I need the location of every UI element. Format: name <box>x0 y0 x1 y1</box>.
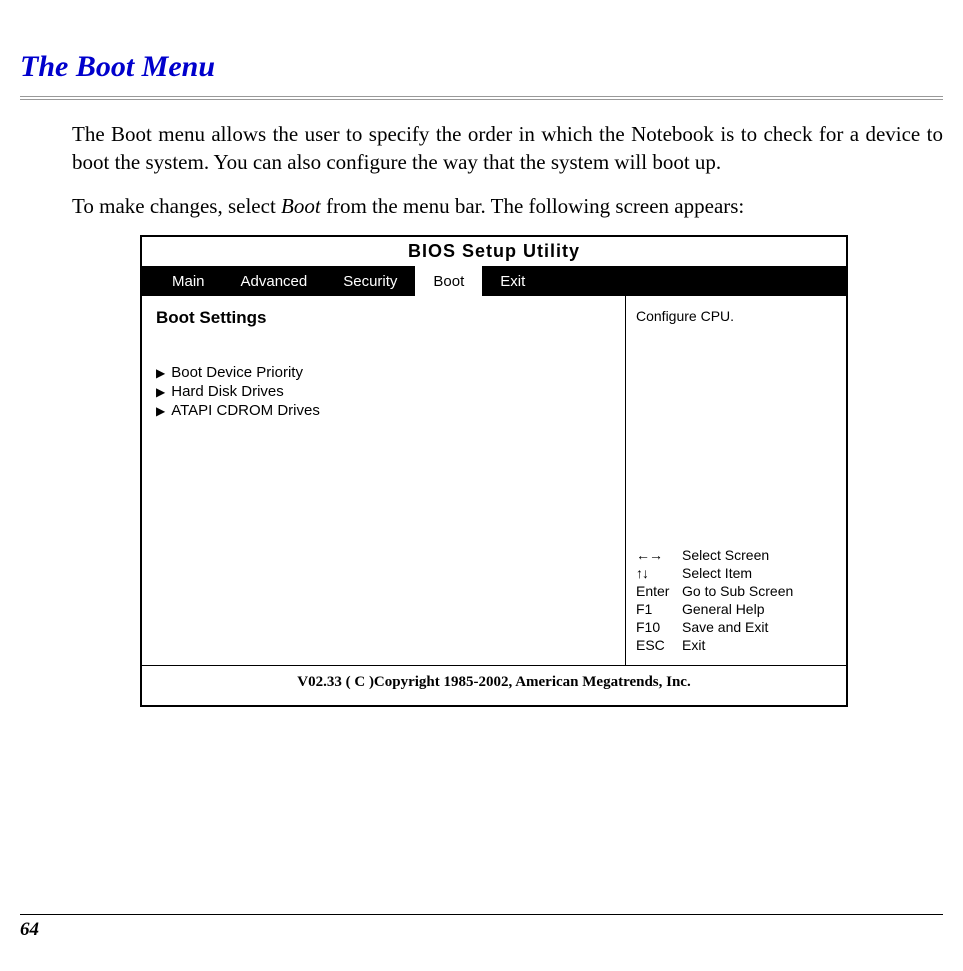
bios-item-hard-disk-drives[interactable]: ▶ Hard Disk Drives <box>156 383 611 400</box>
page-number: 64 <box>20 919 943 941</box>
triangle-right-icon: ▶ <box>156 366 165 380</box>
bios-tab-main[interactable]: Main <box>154 266 223 296</box>
title-divider <box>20 96 943 100</box>
key-esc: ESC <box>636 637 682 653</box>
help-desc: Save and Exit <box>682 619 836 635</box>
bios-help-keys: ←→ Select Screen ↑↓ Select Item Enter Go… <box>636 547 836 653</box>
bios-item-label: ATAPI CDROM Drives <box>171 402 320 419</box>
bios-tab-security[interactable]: Security <box>325 266 415 296</box>
bios-body: Boot Settings ▶ Boot Device Priority ▶ H… <box>142 296 846 666</box>
paragraph-2-a: To make changes, select <box>72 194 281 218</box>
bios-screenshot: BIOS Setup Utility Main Advanced Securit… <box>140 235 848 707</box>
bios-help-top: Configure CPU. <box>636 308 836 324</box>
bios-window: BIOS Setup Utility Main Advanced Securit… <box>140 235 848 707</box>
page-footer: 64 <box>20 914 943 941</box>
help-desc: Select Item <box>682 565 836 581</box>
help-desc: Exit <box>682 637 836 653</box>
bios-menubar: Main Advanced Security Boot Exit <box>142 266 846 296</box>
paragraph-1: The Boot menu allows the user to specify… <box>72 120 943 177</box>
bios-item-boot-device-priority[interactable]: ▶ Boot Device Priority <box>156 364 611 381</box>
bios-tab-advanced[interactable]: Advanced <box>223 266 326 296</box>
bios-item-label: Hard Disk Drives <box>171 383 284 400</box>
paragraph-2-italic: Boot <box>281 194 321 218</box>
key-f10: F10 <box>636 619 682 635</box>
bios-item-label: Boot Device Priority <box>171 364 303 381</box>
paragraph-2: To make changes, select Boot from the me… <box>72 192 943 220</box>
key-f1: F1 <box>636 601 682 617</box>
triangle-right-icon: ▶ <box>156 404 165 418</box>
help-desc: General Help <box>682 601 836 617</box>
bios-right-pane: Configure CPU. ←→ Select Screen ↑↓ Selec… <box>626 296 846 665</box>
bios-footer: V02.33 ( C )Copyright 1985-2002, America… <box>142 666 846 705</box>
key-enter: Enter <box>636 583 682 599</box>
triangle-right-icon: ▶ <box>156 385 165 399</box>
bios-item-atapi-cdrom-drives[interactable]: ▶ ATAPI CDROM Drives <box>156 402 611 419</box>
bios-tab-boot[interactable]: Boot <box>415 266 482 296</box>
bios-tab-exit[interactable]: Exit <box>482 266 543 296</box>
help-desc: Select Screen <box>682 547 836 563</box>
bios-left-pane: Boot Settings ▶ Boot Device Priority ▶ H… <box>142 296 626 665</box>
key-up-down-arrows-icon: ↑↓ <box>636 565 682 581</box>
help-desc: Go to Sub Screen <box>682 583 836 599</box>
bios-section-heading: Boot Settings <box>156 308 611 328</box>
footer-divider <box>20 914 943 915</box>
paragraph-2-b: from the menu bar. The following screen … <box>321 194 745 218</box>
bios-window-title: BIOS Setup Utility <box>142 237 846 266</box>
page-title: The Boot Menu <box>20 50 943 84</box>
key-left-right-arrows-icon: ←→ <box>636 547 682 563</box>
